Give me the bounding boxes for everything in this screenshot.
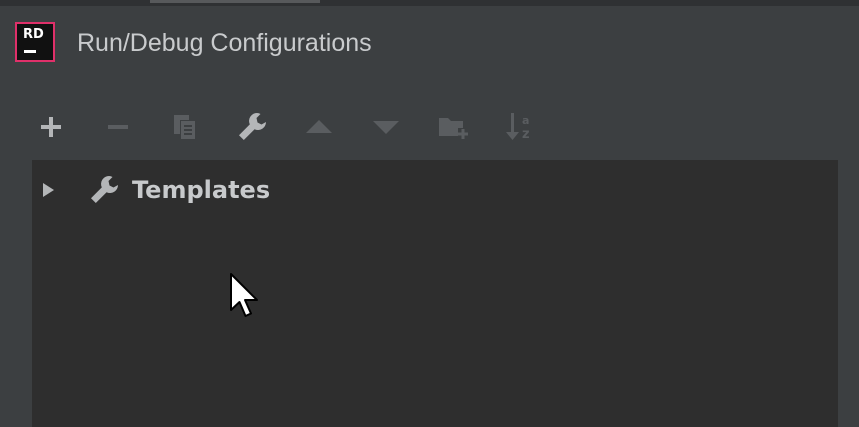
plus-icon bbox=[41, 117, 61, 137]
window-title: Run/Debug Configurations bbox=[77, 29, 372, 57]
copy-configuration-button[interactable] bbox=[168, 110, 202, 144]
edit-templates-button[interactable] bbox=[235, 110, 269, 144]
copy-icon bbox=[174, 115, 196, 140]
tree-item-templates[interactable]: Templates bbox=[32, 172, 270, 208]
logo-underline bbox=[24, 50, 36, 53]
add-configuration-button[interactable] bbox=[34, 110, 68, 144]
minus-icon bbox=[108, 125, 128, 129]
move-down-button[interactable] bbox=[369, 110, 403, 144]
sort-az-icon: a z bbox=[506, 113, 530, 142]
triangle-down-icon bbox=[373, 121, 399, 134]
configurations-toolbar: a z bbox=[34, 104, 570, 150]
remove-configuration-button[interactable] bbox=[101, 110, 135, 144]
mouse-cursor-icon bbox=[230, 273, 258, 317]
window-top-notch bbox=[150, 0, 320, 3]
configurations-tree[interactable]: Templates bbox=[32, 160, 838, 427]
triangle-up-icon bbox=[306, 120, 332, 133]
logo-text: RD bbox=[23, 27, 44, 42]
run-debug-configurations-window: RD Run/Debug Configurations a z Template… bbox=[0, 0, 859, 427]
expand-arrow-icon[interactable] bbox=[40, 180, 56, 200]
svg-text:z: z bbox=[522, 127, 530, 142]
rider-logo-icon: RD bbox=[15, 22, 55, 62]
sort-alphabetically-button[interactable]: a z bbox=[503, 110, 537, 144]
folder-add-icon bbox=[439, 118, 468, 139]
title-bar[interactable]: RD Run/Debug Configurations bbox=[0, 6, 859, 78]
move-up-button[interactable] bbox=[302, 110, 336, 144]
wrench-icon bbox=[239, 113, 266, 140]
new-folder-button[interactable] bbox=[436, 110, 470, 144]
wrench-icon bbox=[86, 172, 122, 208]
svg-text:a: a bbox=[522, 114, 529, 127]
tree-item-label: Templates bbox=[132, 176, 271, 204]
